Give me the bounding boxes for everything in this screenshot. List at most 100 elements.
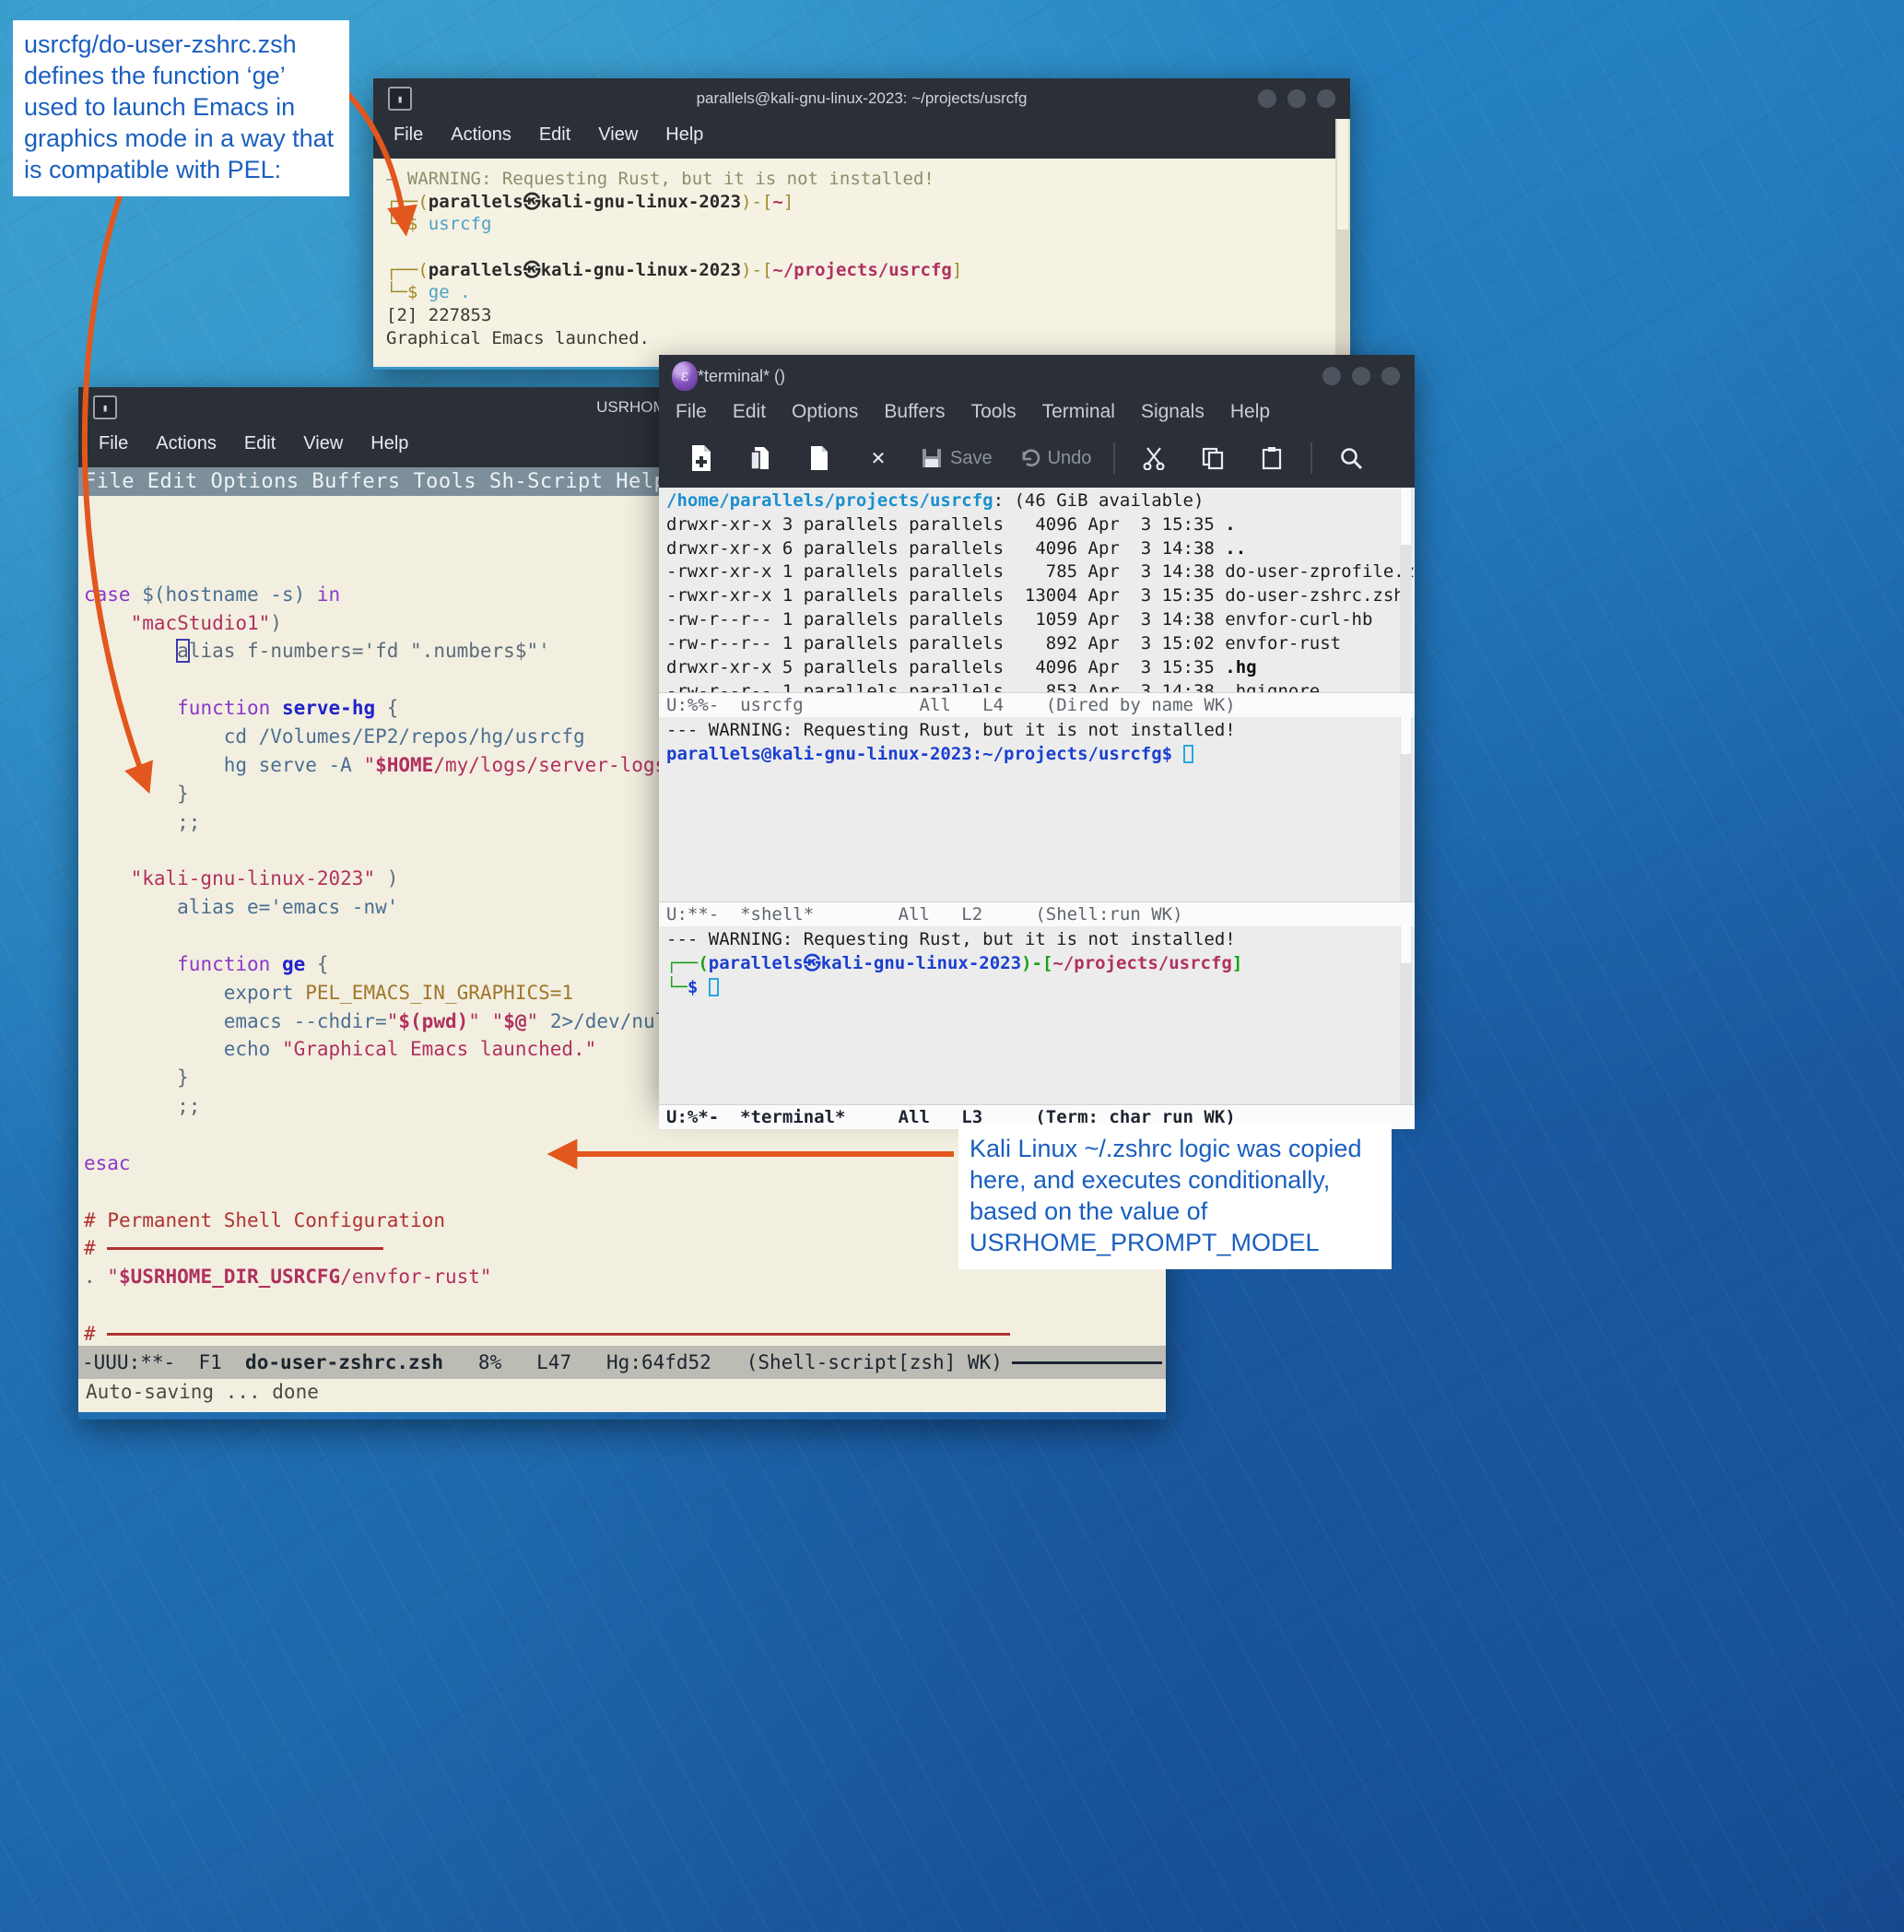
kali-terminal-window[interactable]: ▮ parallels@kali-gnu-linux-2023: ~/proje… <box>373 78 1350 370</box>
emacs-echo-area: Auto-saving ... done <box>78 1379 1166 1412</box>
menu-actions[interactable]: Actions <box>451 124 511 146</box>
dired-row[interactable]: -rw-r--r-- 1 parallels parallels 853 Apr… <box>666 680 1415 692</box>
dired-row[interactable]: -rwxr-xr-x 1 parallels parallels 13004 A… <box>666 584 1415 608</box>
emacs-terminal-window[interactable]: ε *terminal* () File Edit Options Buffer… <box>659 355 1415 1129</box>
menu-tools[interactable]: Tools <box>971 401 1017 423</box>
menu-file[interactable]: File <box>676 401 707 423</box>
terminal-icon: ▮ <box>93 395 117 419</box>
modeline-buffer: do-user-zshrc.zsh <box>245 1351 443 1373</box>
emacs-logo-icon: ε <box>672 361 698 391</box>
shell-prompt: parallels@kali-gnu-linux-2023:~/projects… <box>666 743 1415 767</box>
kali-terminal-output[interactable]: — WARNING: Requesting Rust, but it is no… <box>373 159 1350 367</box>
window-controls[interactable] <box>1258 89 1335 108</box>
term-prompt-line: ┌──(parallels㉿kali-gnu-linux-2023)-[~/pr… <box>666 952 1243 973</box>
comment-rule <box>107 1247 384 1251</box>
code-line: # <box>84 1320 1166 1346</box>
kali-terminal-title: parallels@kali-gnu-linux-2023: ~/project… <box>696 89 1028 107</box>
shell-modeline: U:**- *shell* All L2 (Shell:run WK) <box>659 901 1415 926</box>
shell-pane[interactable]: --- WARNING: Requesting Rust, but it is … <box>659 717 1415 901</box>
emacs-toolbar[interactable]: ✕ Save Undo <box>659 434 1415 488</box>
close-button[interactable] <box>1317 89 1335 108</box>
menu-help[interactable]: Help <box>370 433 408 454</box>
new-file-icon[interactable] <box>672 440 731 477</box>
close-button[interactable] <box>1381 367 1400 385</box>
menu-edit[interactable]: Edit <box>733 401 766 423</box>
toolbar-separator <box>1310 442 1313 474</box>
dired-header: /home/parallels/projects/usrcfg: (46 GiB… <box>666 490 1205 511</box>
kali-terminal-titlebar[interactable]: ▮ parallels@kali-gnu-linux-2023: ~/proje… <box>373 78 1350 119</box>
terminal-line: — WARNING: Requesting Rust, but it is no… <box>386 169 934 189</box>
menu-help[interactable]: Help <box>1230 401 1270 423</box>
menu-options[interactable]: Options <box>792 401 858 423</box>
terminal-line: ┌──(parallels㉿kali-gnu-linux-2023)-[~/pr… <box>386 259 963 280</box>
term-scrollbar[interactable] <box>1400 926 1412 1104</box>
term-warning: --- WARNING: Requesting Rust, but it is … <box>666 929 1236 949</box>
menu-terminal[interactable]: Terminal <box>1042 401 1115 423</box>
minimize-button[interactable] <box>1322 367 1341 385</box>
minimize-button[interactable] <box>1258 89 1276 108</box>
dired-icon[interactable] <box>790 440 849 477</box>
window-controls[interactable] <box>1322 367 1400 385</box>
save-label: Save <box>950 447 993 468</box>
dired-row[interactable]: -rw-r--r-- 1 parallels parallels 1059 Ap… <box>666 608 1415 632</box>
modeline-percent: 8% <box>477 1351 502 1373</box>
term-pane[interactable]: --- WARNING: Requesting Rust, but it is … <box>659 926 1415 1104</box>
modeline-vcs: Hg:64fd52 <box>606 1351 711 1373</box>
maximize-button[interactable] <box>1352 367 1370 385</box>
menu-help[interactable]: Help <box>665 124 703 146</box>
menu-file[interactable]: File <box>99 433 128 454</box>
dired-row[interactable]: drwxr-xr-x 6 parallels parallels 4096 Ap… <box>666 537 1415 561</box>
dired-row[interactable]: drwxr-xr-x 3 parallels parallels 4096 Ap… <box>666 513 1415 537</box>
dired-modeline: U:%%- usrcfg All L4 (Dired by name WK) <box>659 692 1415 717</box>
dired-row[interactable]: -rwxr-xr-x 1 parallels parallels 785 Apr… <box>666 560 1415 584</box>
text-cursor <box>708 977 719 996</box>
shell-scrollbar[interactable] <box>1400 717 1412 901</box>
text-cursor <box>1182 744 1193 763</box>
terminal-line: Graphical Emacs launched. <box>386 327 650 348</box>
paste-icon[interactable] <box>1242 440 1301 477</box>
open-file-icon[interactable] <box>731 440 790 477</box>
kali-terminal-scrollbar[interactable] <box>1335 119 1350 370</box>
save-button[interactable]: Save <box>908 447 1005 469</box>
dired-pane[interactable]: /home/parallels/projects/usrcfg: (46 GiB… <box>659 488 1415 692</box>
menu-view[interactable]: View <box>598 124 638 146</box>
shell-warning: --- WARNING: Requesting Rust, but it is … <box>666 720 1236 740</box>
modeline-fill <box>1011 1361 1162 1364</box>
search-icon[interactable] <box>1322 440 1381 477</box>
menu-file[interactable]: File <box>394 124 423 146</box>
close-icon[interactable]: ✕ <box>849 440 908 477</box>
toolbar-separator <box>1113 442 1116 474</box>
comment-rule <box>107 1333 1011 1337</box>
menu-edit[interactable]: Edit <box>539 124 570 146</box>
emacs-modeline: -UUU:**- F1 do-user-zshrc.zsh 8% L47 Hg:… <box>78 1346 1166 1379</box>
menu-view[interactable]: View <box>303 433 343 454</box>
term-prompt: └─$ <box>666 976 1415 1000</box>
annotation-top: usrcfg/do-user-zshrc.zsh defines the fun… <box>13 20 349 197</box>
menu-actions[interactable]: Actions <box>156 433 217 454</box>
dired-row[interactable]: drwxr-xr-x 5 parallels parallels 4096 Ap… <box>666 656 1415 680</box>
undo-button[interactable]: Undo <box>1005 447 1105 469</box>
terminal-icon: ▮ <box>388 87 412 111</box>
modeline-flags: -UUU:**- <box>82 1351 176 1373</box>
emacs-terminal-title: *terminal* () <box>698 366 786 385</box>
emacs-terminal-titlebar[interactable]: ε *terminal* () <box>659 355 1415 397</box>
dired-row[interactable]: -rw-r--r-- 1 parallels parallels 892 Apr… <box>666 632 1415 656</box>
kali-terminal-menubar[interactable]: File Actions Edit View Help <box>373 119 1350 159</box>
terminal-line: └─$ usrcfg <box>386 214 492 235</box>
emacs-terminal-menubar[interactable]: File Edit Options Buffers Tools Terminal… <box>659 397 1415 434</box>
maximize-button[interactable] <box>1287 89 1306 108</box>
copy-icon[interactable] <box>1183 440 1242 477</box>
dired-scrollbar[interactable] <box>1400 488 1412 692</box>
undo-label: Undo <box>1047 447 1092 468</box>
modeline-line: L47 <box>536 1351 572 1373</box>
menu-signals[interactable]: Signals <box>1141 401 1205 423</box>
terminal-line: ┌──(parallels㉿kali-gnu-linux-2023)-[~] <box>386 191 794 212</box>
terminal-line: └─$ ge . <box>386 282 471 303</box>
modeline-mode: (Shell-script[zsh] WK) <box>746 1351 1003 1373</box>
annotation-bottom: Kali Linux ~/.zshrc logic was copied her… <box>958 1125 1392 1270</box>
modeline-frame: F1 <box>198 1351 222 1373</box>
terminal-line: [2] 227853 <box>386 305 492 326</box>
cut-icon[interactable] <box>1124 440 1183 477</box>
menu-edit[interactable]: Edit <box>244 433 276 454</box>
menu-buffers[interactable]: Buffers <box>884 401 945 423</box>
